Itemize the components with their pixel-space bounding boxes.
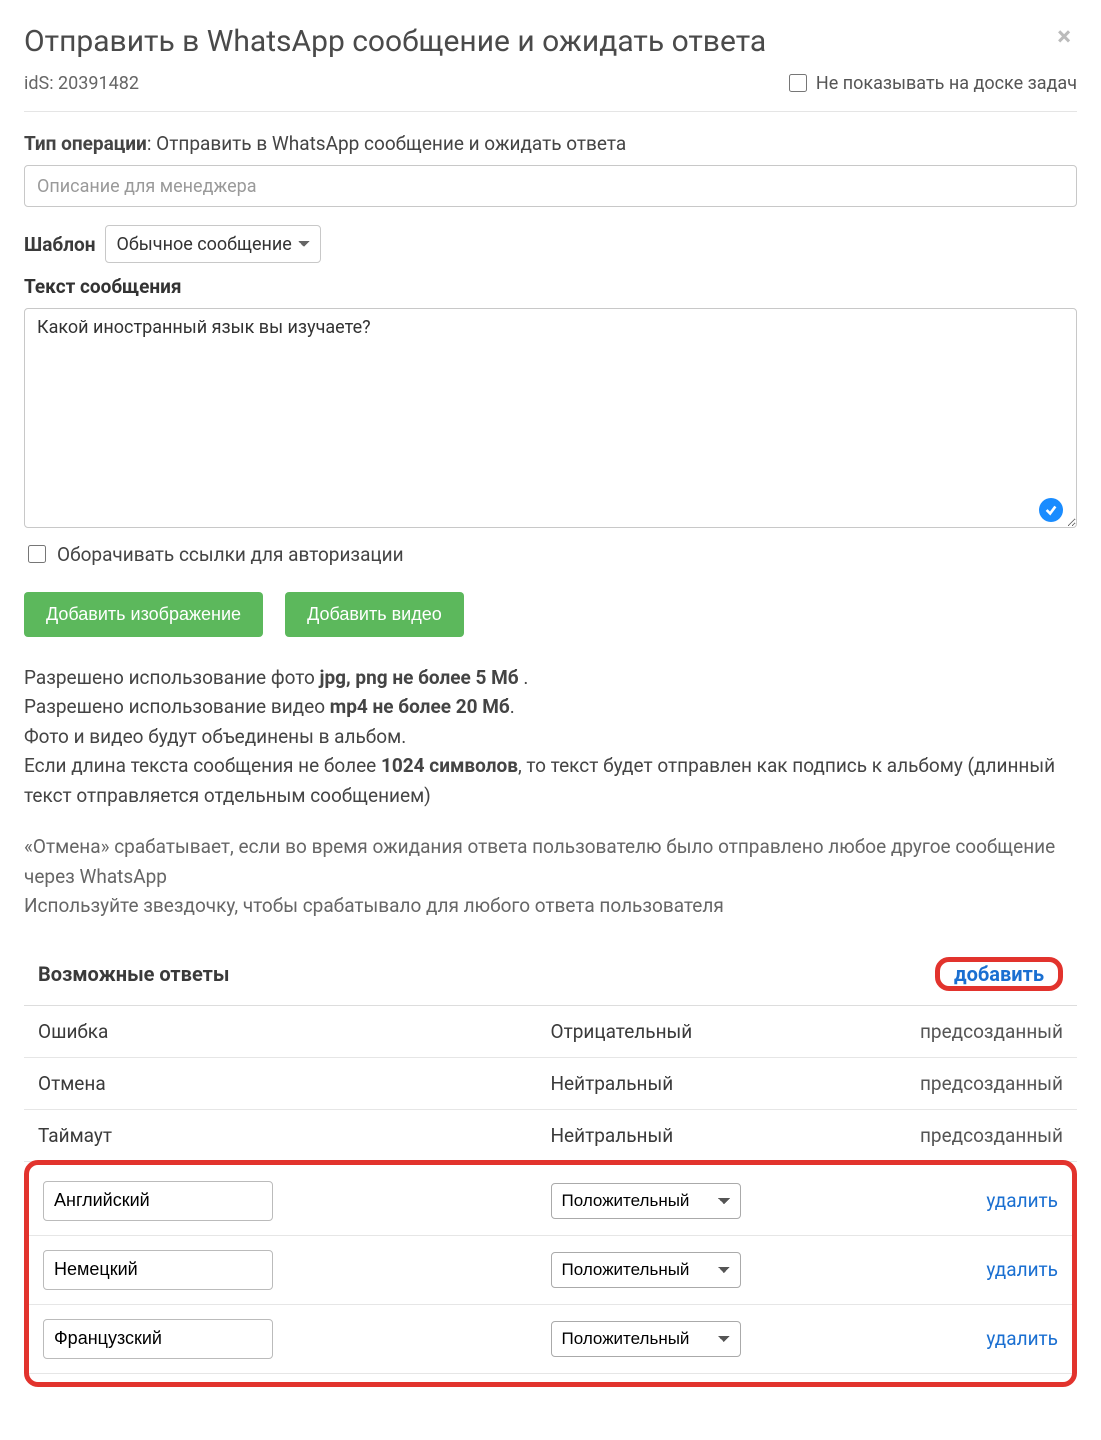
add-video-button[interactable]: Добавить видео [285,592,464,637]
answer-name-input[interactable] [43,1250,273,1290]
answer-name: Ошибка [38,1020,551,1043]
answer-row-editable: Положительный удалить [29,1305,1072,1374]
answer-type: Нейтральный [551,1124,818,1147]
answer-row-preset: ОтменаНейтральныйпредсозданный [24,1058,1077,1110]
answer-origin: предсозданный [817,1020,1063,1043]
answer-name: Отмена [38,1072,551,1095]
answer-type: Нейтральный [551,1072,818,1095]
length-note: Если длина текста сообщения не более 102… [24,751,1077,810]
cancel-note: «Отмена» срабатывает, если во время ожид… [24,832,1077,891]
message-text-label: Текст сообщения [24,275,1077,298]
photo-format-note: Разрешено использование фото jpg, png не… [24,663,1077,692]
answer-origin: предсозданный [817,1124,1063,1147]
hide-on-board-checkbox[interactable] [789,74,807,92]
answers-title: Возможные ответы [38,962,229,986]
answer-type-select[interactable]: Положительный [551,1183,741,1219]
answer-row-editable: Положительный удалить [29,1167,1072,1236]
wrap-links-label[interactable]: Оборачивать ссылки для авторизации [24,542,1077,566]
manager-description-input[interactable] [24,165,1077,207]
answer-origin: предсозданный [817,1072,1063,1095]
answer-name-input[interactable] [43,1181,273,1221]
hide-on-board-label[interactable]: Не показывать на доске задач [785,71,1077,95]
answer-row-preset: ТаймаутНейтральныйпредсозданный [24,1110,1077,1162]
wrap-links-text: Оборачивать ссылки для авторизации [57,543,404,566]
ids-label: idS: 20391482 [24,73,139,94]
close-icon[interactable]: × [1051,24,1077,50]
wrap-links-checkbox[interactable] [28,545,46,563]
divider [24,111,1077,112]
star-note: Используйте звездочку, чтобы срабатывало… [24,891,1077,920]
message-text-input[interactable]: Какой иностранный язык вы изучаете? [24,308,1077,528]
album-note: Фото и видео будут объединены в альбом. [24,722,1077,751]
answer-type-select[interactable]: Положительный [551,1321,741,1357]
delete-answer-link[interactable]: удалить [986,1258,1058,1281]
dialog-title: Отправить в WhatsApp сообщение и ожидать… [24,24,766,59]
add-answer-link[interactable]: добавить [940,956,1058,992]
answer-row-preset: ОшибкаОтрицательныйпредсозданный [24,1006,1077,1058]
operation-type-line: Тип операции: Отправить в WhatsApp сообщ… [24,132,1077,155]
add-image-button[interactable]: Добавить изображение [24,592,263,637]
template-label: Шаблон [24,233,95,256]
delete-answer-link[interactable]: удалить [986,1327,1058,1350]
answer-type: Отрицательный [551,1020,818,1043]
delete-answer-link[interactable]: удалить [986,1189,1058,1212]
answer-name: Таймаут [38,1124,551,1147]
answer-type-select[interactable]: Положительный [551,1252,741,1288]
template-select[interactable]: Обычное сообщение [105,225,321,263]
video-format-note: Разрешено использование видео mp4 не бол… [24,692,1077,721]
hide-on-board-text: Не показывать на доске задач [816,73,1077,94]
answer-row-editable: Положительный удалить [29,1236,1072,1305]
answer-name-input[interactable] [43,1319,273,1359]
